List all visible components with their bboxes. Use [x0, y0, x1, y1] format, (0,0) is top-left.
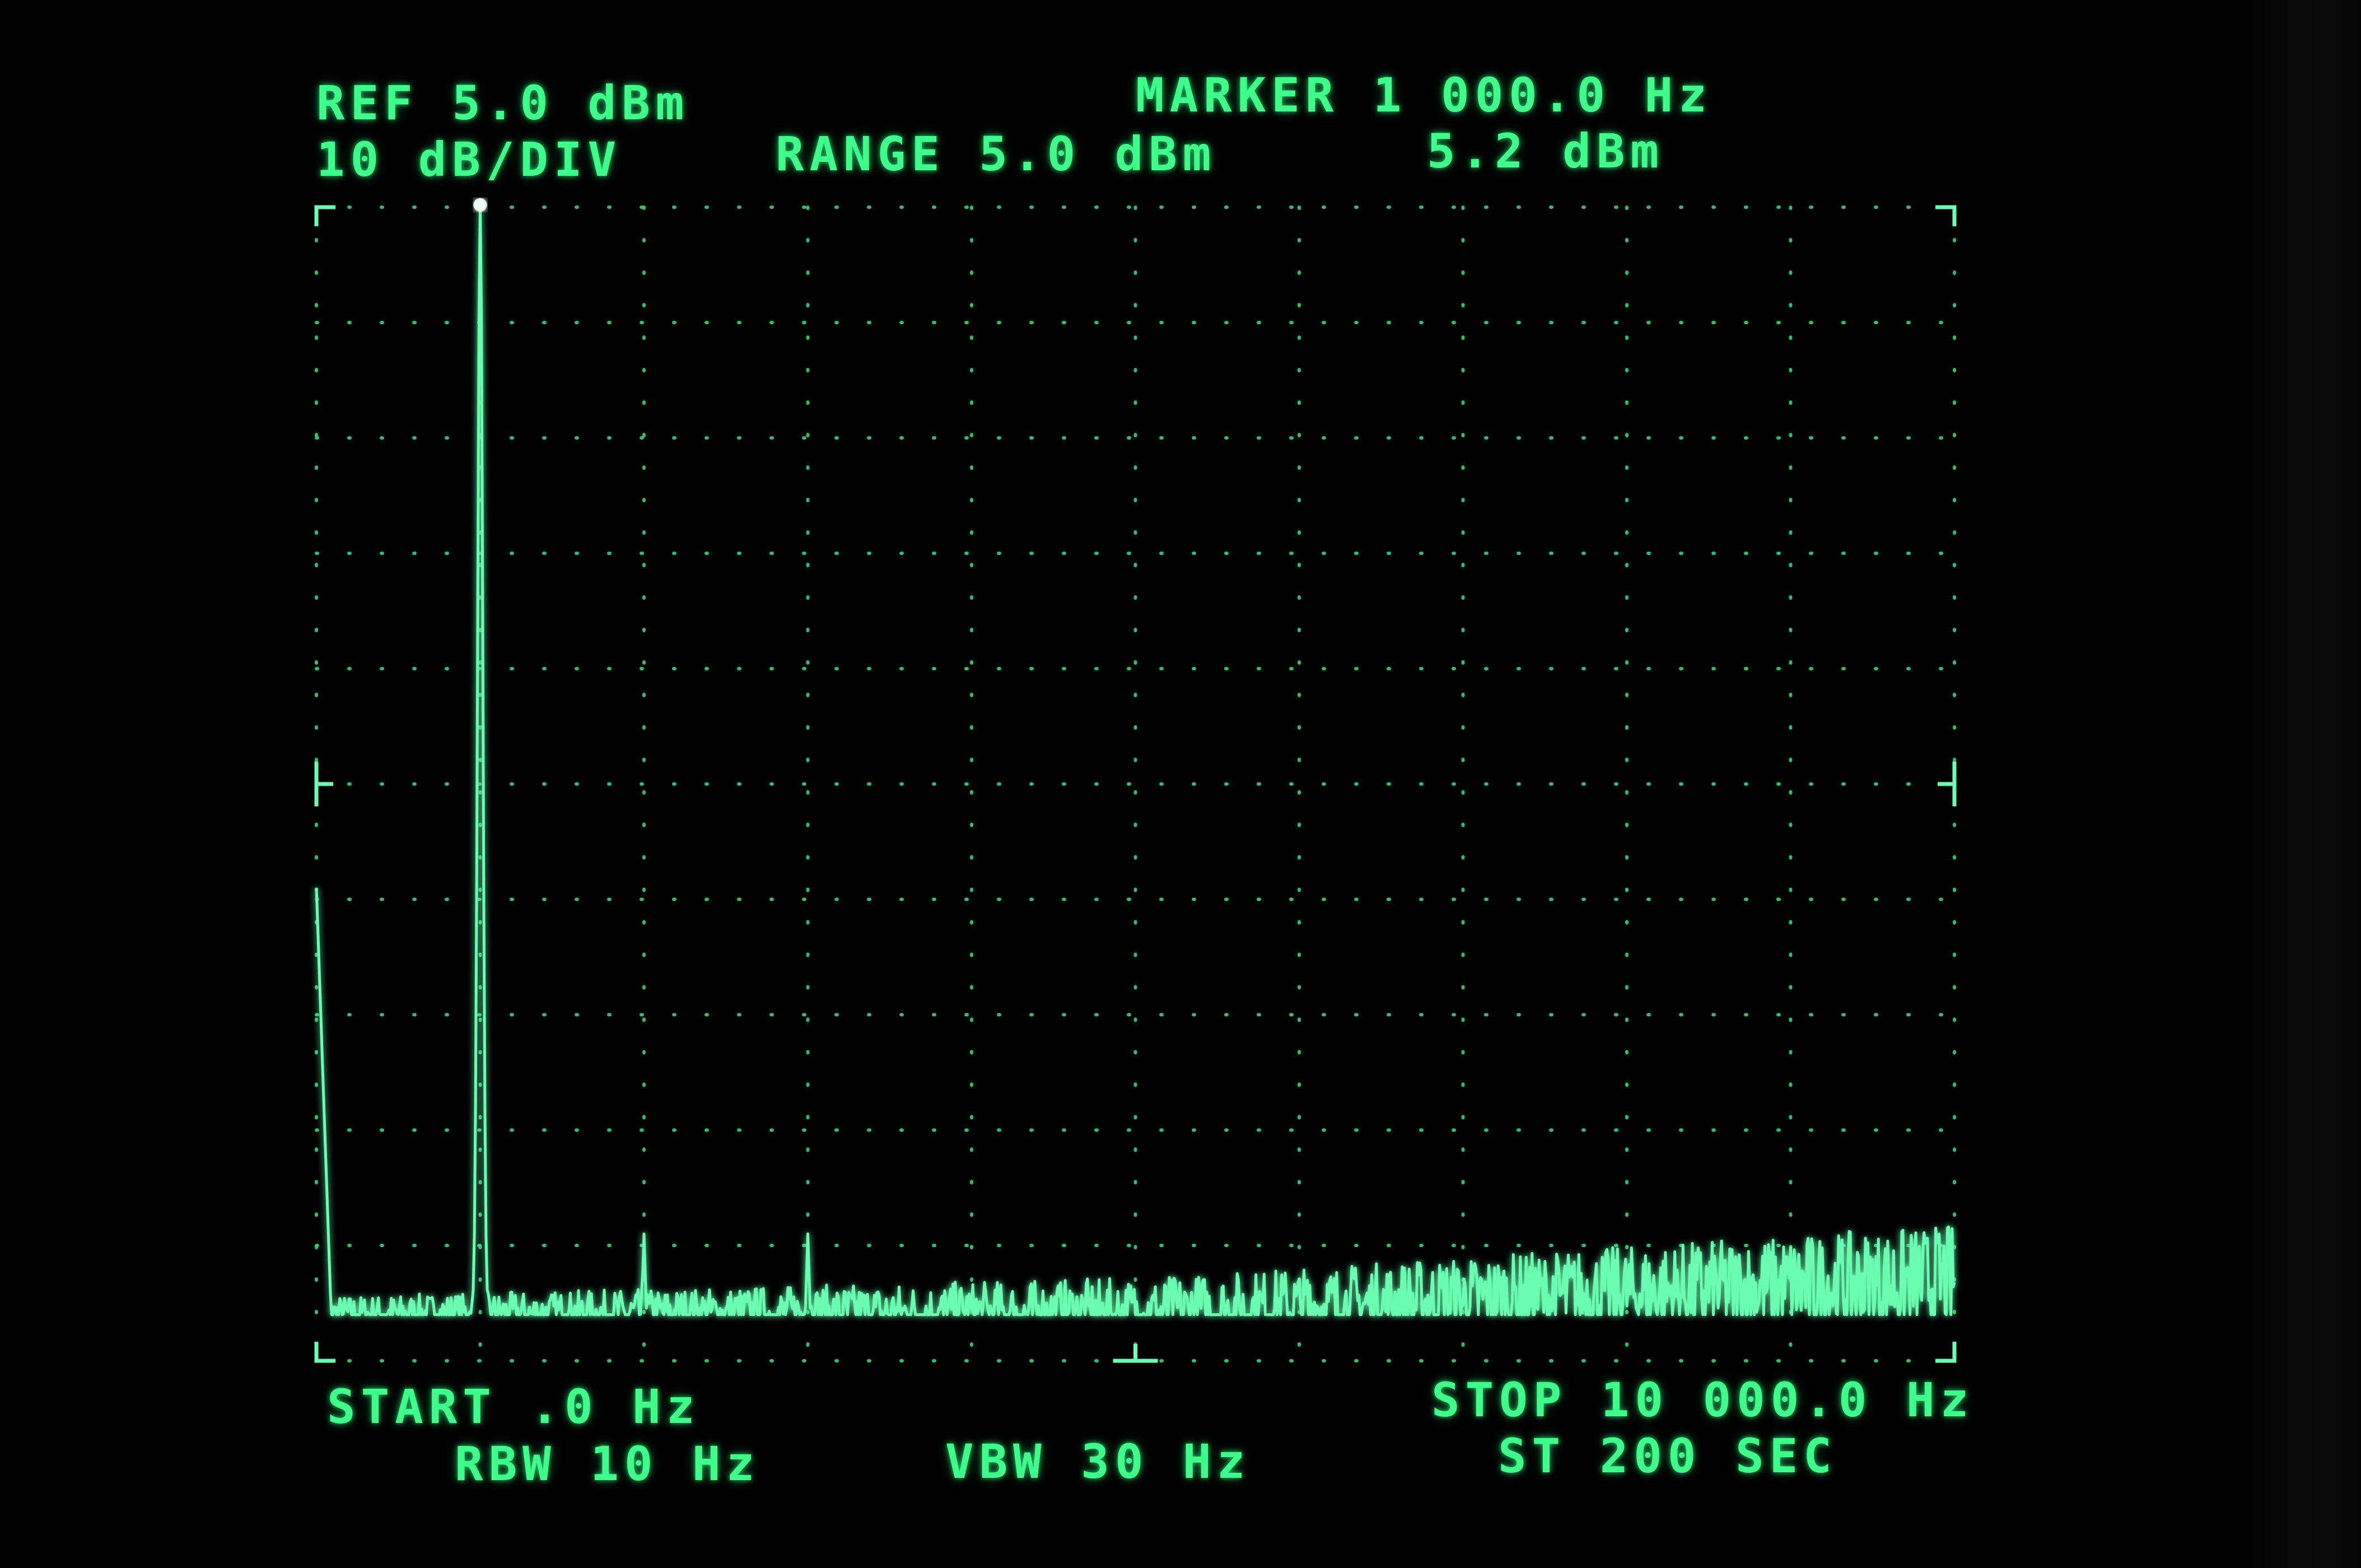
rbw-label: RBW 10 Hz — [455, 1436, 760, 1491]
vbw-label: VBW 30 Hz — [945, 1434, 1251, 1489]
spectrum-plot — [314, 198, 1957, 1363]
stop-frequency-label: STOP 10 000.0 Hz — [1431, 1373, 1975, 1427]
graticule-corner — [1935, 205, 1957, 226]
graticule-corner — [1935, 1342, 1957, 1363]
graticule-corner — [314, 1342, 335, 1363]
marker-dot — [473, 198, 487, 212]
sweep-time-label: ST 200 SEC — [1498, 1429, 1837, 1483]
start-frequency-label: START .0 Hz — [327, 1379, 701, 1434]
graticule-corner — [314, 205, 335, 226]
